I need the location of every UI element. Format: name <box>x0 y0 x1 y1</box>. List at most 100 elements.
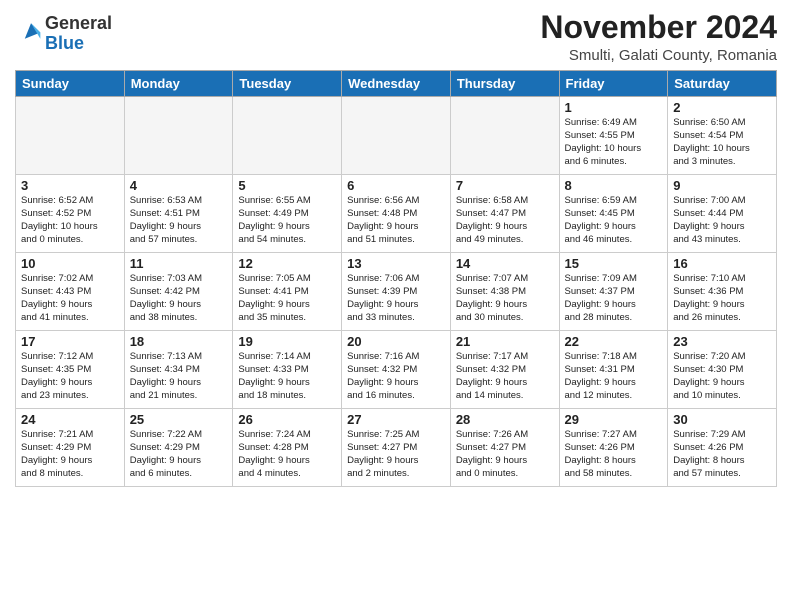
page-container: General Blue November 2024 Smulti, Galat… <box>0 0 792 495</box>
cell-info: Sunrise: 7:22 AM Sunset: 4:29 PM Dayligh… <box>130 429 228 480</box>
col-tuesday: Tuesday <box>233 71 342 97</box>
cell-info: Sunrise: 7:24 AM Sunset: 4:28 PM Dayligh… <box>238 429 336 480</box>
cell-info: Sunrise: 7:16 AM Sunset: 4:32 PM Dayligh… <box>347 351 445 402</box>
cell-info: Sunrise: 7:09 AM Sunset: 4:37 PM Dayligh… <box>565 273 663 324</box>
cell-info: Sunrise: 7:00 AM Sunset: 4:44 PM Dayligh… <box>673 195 771 246</box>
table-cell <box>124 97 233 175</box>
day-number: 16 <box>673 256 771 271</box>
cell-info: Sunrise: 7:29 AM Sunset: 4:26 PM Dayligh… <box>673 429 771 480</box>
table-cell: 6 Sunrise: 6:56 AM Sunset: 4:48 PM Daylig… <box>342 175 451 253</box>
table-cell: 7 Sunrise: 6:58 AM Sunset: 4:47 PM Daylig… <box>450 175 559 253</box>
cell-info: Sunrise: 6:56 AM Sunset: 4:48 PM Dayligh… <box>347 195 445 246</box>
table-cell: 25 Sunrise: 7:22 AM Sunset: 4:29 PM Dayli… <box>124 409 233 487</box>
day-number: 6 <box>347 178 445 193</box>
cell-info: Sunrise: 6:53 AM Sunset: 4:51 PM Dayligh… <box>130 195 228 246</box>
cell-info: Sunrise: 7:10 AM Sunset: 4:36 PM Dayligh… <box>673 273 771 324</box>
cell-info: Sunrise: 7:27 AM Sunset: 4:26 PM Dayligh… <box>565 429 663 480</box>
day-number: 24 <box>21 412 119 427</box>
table-cell: 26 Sunrise: 7:24 AM Sunset: 4:28 PM Dayli… <box>233 409 342 487</box>
day-number: 22 <box>565 334 663 349</box>
cell-info: Sunrise: 7:03 AM Sunset: 4:42 PM Dayligh… <box>130 273 228 324</box>
table-cell: 1 Sunrise: 6:49 AM Sunset: 4:55 PM Daylig… <box>559 97 668 175</box>
cell-info: Sunrise: 7:18 AM Sunset: 4:31 PM Dayligh… <box>565 351 663 402</box>
table-cell: 11 Sunrise: 7:03 AM Sunset: 4:42 PM Dayli… <box>124 253 233 331</box>
table-cell: 13Sunrise: 7:06 AM Sunset: 4:39 PM Dayli… <box>342 253 451 331</box>
logo: General Blue <box>15 14 112 54</box>
day-number: 27 <box>347 412 445 427</box>
logo-blue: Blue <box>45 33 84 53</box>
table-cell: 20 Sunrise: 7:16 AM Sunset: 4:32 PM Dayli… <box>342 331 451 409</box>
title-block: November 2024 Smulti, Galati County, Rom… <box>540 10 777 64</box>
day-number: 1 <box>565 100 663 115</box>
calendar-row: 10 Sunrise: 7:02 AM Sunset: 4:43 PM Dayli… <box>16 253 777 331</box>
table-cell: 30 Sunrise: 7:29 AM Sunset: 4:26 PM Dayli… <box>668 409 777 487</box>
day-number: 8 <box>565 178 663 193</box>
logo-icon <box>17 17 45 45</box>
table-cell: 12 Sunrise: 7:05 AM Sunset: 4:41 PM Dayli… <box>233 253 342 331</box>
cell-info: Sunrise: 7:17 AM Sunset: 4:32 PM Dayligh… <box>456 351 554 402</box>
day-number: 20 <box>347 334 445 349</box>
day-number: 10 <box>21 256 119 271</box>
cell-info: Sunrise: 7:21 AM Sunset: 4:29 PM Dayligh… <box>21 429 119 480</box>
cell-info: Sunrise: 6:49 AM Sunset: 4:55 PM Dayligh… <box>565 117 663 168</box>
col-monday: Monday <box>124 71 233 97</box>
day-number: 12 <box>238 256 336 271</box>
table-cell <box>342 97 451 175</box>
table-cell: 15 Sunrise: 7:09 AM Sunset: 4:37 PM Dayli… <box>559 253 668 331</box>
table-cell: 24 Sunrise: 7:21 AM Sunset: 4:29 PM Dayli… <box>16 409 125 487</box>
table-cell: 21 Sunrise: 7:17 AM Sunset: 4:32 PM Dayli… <box>450 331 559 409</box>
cell-info: Sunrise: 6:50 AM Sunset: 4:54 PM Dayligh… <box>673 117 771 168</box>
cell-info: Sunrise: 7:12 AM Sunset: 4:35 PM Dayligh… <box>21 351 119 402</box>
cell-info: Sunrise: 7:25 AM Sunset: 4:27 PM Dayligh… <box>347 429 445 480</box>
cell-info: Sunrise: 7:13 AM Sunset: 4:34 PM Dayligh… <box>130 351 228 402</box>
calendar-header: Sunday Monday Tuesday Wednesday Thursday… <box>16 71 777 97</box>
cell-info: Sunrise: 6:59 AM Sunset: 4:45 PM Dayligh… <box>565 195 663 246</box>
cell-info: Sunrise: 6:52 AM Sunset: 4:52 PM Dayligh… <box>21 195 119 246</box>
logo-general: General <box>45 13 112 33</box>
col-friday: Friday <box>559 71 668 97</box>
cell-info: Sunrise: 7:20 AM Sunset: 4:30 PM Dayligh… <box>673 351 771 402</box>
day-number: 9 <box>673 178 771 193</box>
calendar-body: 1 Sunrise: 6:49 AM Sunset: 4:55 PM Daylig… <box>16 97 777 487</box>
day-number: 15 <box>565 256 663 271</box>
cell-info: Sunrise: 7:06 AM Sunset: 4:39 PM Dayligh… <box>347 273 445 324</box>
day-number: 29 <box>565 412 663 427</box>
table-cell: 8 Sunrise: 6:59 AM Sunset: 4:45 PM Daylig… <box>559 175 668 253</box>
col-thursday: Thursday <box>450 71 559 97</box>
day-number: 11 <box>130 256 228 271</box>
logo-text: General Blue <box>45 14 112 54</box>
day-number: 5 <box>238 178 336 193</box>
table-cell: 5 Sunrise: 6:55 AM Sunset: 4:49 PM Daylig… <box>233 175 342 253</box>
calendar-row: 17Sunrise: 7:12 AM Sunset: 4:35 PM Dayli… <box>16 331 777 409</box>
cell-info: Sunrise: 7:02 AM Sunset: 4:43 PM Dayligh… <box>21 273 119 324</box>
day-number: 21 <box>456 334 554 349</box>
cell-info: Sunrise: 7:26 AM Sunset: 4:27 PM Dayligh… <box>456 429 554 480</box>
header-row: Sunday Monday Tuesday Wednesday Thursday… <box>16 71 777 97</box>
day-number: 7 <box>456 178 554 193</box>
table-cell: 18 Sunrise: 7:13 AM Sunset: 4:34 PM Dayli… <box>124 331 233 409</box>
table-cell: 16 Sunrise: 7:10 AM Sunset: 4:36 PM Dayli… <box>668 253 777 331</box>
cell-info: Sunrise: 6:55 AM Sunset: 4:49 PM Dayligh… <box>238 195 336 246</box>
table-cell: 17Sunrise: 7:12 AM Sunset: 4:35 PM Dayli… <box>16 331 125 409</box>
table-cell: 29 Sunrise: 7:27 AM Sunset: 4:26 PM Dayli… <box>559 409 668 487</box>
cell-info: Sunrise: 7:07 AM Sunset: 4:38 PM Dayligh… <box>456 273 554 324</box>
day-number: 25 <box>130 412 228 427</box>
cell-info: Sunrise: 7:05 AM Sunset: 4:41 PM Dayligh… <box>238 273 336 324</box>
day-number: 18 <box>130 334 228 349</box>
col-sunday: Sunday <box>16 71 125 97</box>
day-number: 3 <box>21 178 119 193</box>
table-cell: 27 Sunrise: 7:25 AM Sunset: 4:27 PM Dayli… <box>342 409 451 487</box>
day-number: 30 <box>673 412 771 427</box>
table-cell: 22 Sunrise: 7:18 AM Sunset: 4:31 PM Dayli… <box>559 331 668 409</box>
table-cell: 14 Sunrise: 7:07 AM Sunset: 4:38 PM Dayli… <box>450 253 559 331</box>
day-number: 26 <box>238 412 336 427</box>
cell-info: Sunrise: 6:58 AM Sunset: 4:47 PM Dayligh… <box>456 195 554 246</box>
table-cell <box>450 97 559 175</box>
table-cell: 4Sunrise: 6:53 AM Sunset: 4:51 PM Daylig… <box>124 175 233 253</box>
day-number: 14 <box>456 256 554 271</box>
table-cell <box>16 97 125 175</box>
calendar-table: Sunday Monday Tuesday Wednesday Thursday… <box>15 70 777 487</box>
cell-info: Sunrise: 7:14 AM Sunset: 4:33 PM Dayligh… <box>238 351 336 402</box>
day-number: 19 <box>238 334 336 349</box>
calendar-row: 24 Sunrise: 7:21 AM Sunset: 4:29 PM Dayli… <box>16 409 777 487</box>
